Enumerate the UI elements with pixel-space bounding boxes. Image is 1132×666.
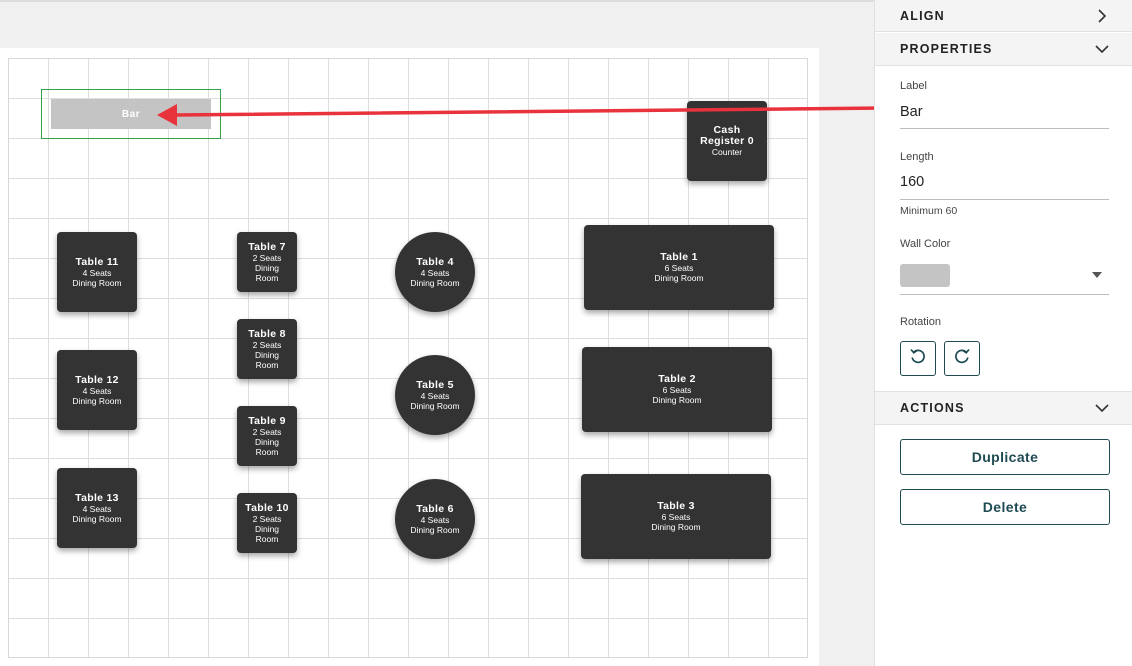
table-name: Table 1: [660, 251, 698, 263]
rotate-right-icon: [952, 346, 972, 371]
table-room-line2: Room: [255, 359, 279, 370]
align-section-header[interactable]: ALIGN: [875, 0, 1132, 32]
table-seats: 4 Seats: [82, 385, 112, 396]
table-9[interactable]: Table 9 2 Seats Dining Room: [237, 406, 297, 466]
table-name: Table 5: [416, 378, 454, 391]
wall-color-underline: [900, 294, 1109, 295]
properties-title: PROPERTIES: [900, 42, 993, 56]
table-seats: 4 Seats: [420, 514, 450, 525]
wall-color-label: Wall Color: [900, 238, 951, 250]
properties-panel: ALIGN PROPERTIES Label Bar Length 160 Mi…: [874, 0, 1132, 666]
rotate-left-button[interactable]: [900, 341, 936, 376]
chevron-down-icon: [1095, 42, 1109, 56]
table-6[interactable]: Table 6 4 Seats Dining Room: [395, 479, 475, 559]
table-name: Table 3: [657, 500, 695, 512]
table-room: Dining Room: [72, 395, 122, 406]
table-10[interactable]: Table 10 2 Seats Dining Room: [237, 493, 297, 553]
label-input[interactable]: Bar: [900, 104, 923, 120]
table-room-line2: Room: [255, 272, 279, 283]
table-11[interactable]: Table 11 4 Seats Dining Room: [57, 232, 137, 312]
table-room: Dining Room: [651, 522, 701, 532]
table-4[interactable]: Table 4 4 Seats Dining Room: [395, 232, 475, 312]
table-seats: 4 Seats: [420, 390, 450, 401]
wall-color-swatch[interactable]: [900, 264, 950, 287]
table-name: Table 7: [248, 240, 286, 253]
chevron-right-icon: [1095, 8, 1109, 23]
table-room: Dining Room: [72, 277, 122, 288]
cash-register-name-line2: Register 0: [700, 135, 754, 147]
table-seats: 6 Seats: [661, 512, 691, 522]
table-seats: 2 Seats: [252, 252, 282, 263]
table-name: Table 12: [75, 373, 119, 386]
table-room: Dining Room: [652, 395, 702, 405]
length-input[interactable]: 160: [900, 174, 924, 190]
table-3[interactable]: Table 3 6 Seats Dining Room: [581, 474, 771, 559]
table-name: Table 8: [248, 327, 286, 340]
rotate-left-icon: [908, 346, 928, 371]
delete-button[interactable]: Delete: [900, 489, 1110, 525]
table-seats: 6 Seats: [662, 385, 692, 395]
selection-outline: [41, 89, 221, 139]
table-13[interactable]: Table 13 4 Seats Dining Room: [57, 468, 137, 548]
top-bar: [0, 0, 874, 2]
chevron-down-icon: [1095, 401, 1109, 415]
table-seats: 2 Seats: [252, 513, 282, 524]
table-name: Table 10: [245, 501, 289, 514]
table-room-line2: Room: [255, 533, 279, 544]
table-room-line1: Dining: [254, 262, 280, 273]
table-room-line2: Room: [255, 446, 279, 457]
label-input-underline: [900, 128, 1109, 129]
table-room: Dining Room: [410, 524, 460, 535]
table-name: Table 2: [658, 373, 696, 385]
rotate-right-button[interactable]: [944, 341, 980, 376]
duplicate-button[interactable]: Duplicate: [900, 439, 1110, 475]
actions-title: ACTIONS: [900, 401, 965, 415]
table-seats: 4 Seats: [82, 503, 112, 514]
table-8[interactable]: Table 8 2 Seats Dining Room: [237, 319, 297, 379]
table-seats: 2 Seats: [252, 426, 282, 437]
table-1[interactable]: Table 1 6 Seats Dining Room: [584, 225, 774, 310]
table-name: Table 13: [75, 491, 119, 504]
table-room: Dining Room: [72, 513, 122, 524]
table-name: Table 9: [248, 414, 286, 427]
table-room-line1: Dining: [254, 436, 280, 447]
table-room-line1: Dining: [254, 523, 280, 534]
table-room: Dining Room: [654, 273, 704, 283]
cash-register[interactable]: Cash Register 0 Counter: [687, 101, 767, 181]
rotation-label: Rotation: [900, 316, 941, 328]
table-room: Dining Room: [410, 400, 460, 411]
dropdown-arrow-icon[interactable]: [1092, 272, 1102, 278]
table-seats: 4 Seats: [82, 267, 112, 278]
table-name: Table 11: [75, 255, 119, 268]
table-12[interactable]: Table 12 4 Seats Dining Room: [57, 350, 137, 430]
length-field-label: Length: [900, 151, 934, 163]
table-seats: 2 Seats: [252, 339, 282, 350]
table-seats: 4 Seats: [420, 267, 450, 278]
actions-section-header[interactable]: ACTIONS: [875, 391, 1132, 425]
table-7[interactable]: Table 7 2 Seats Dining Room: [237, 232, 297, 292]
table-seats: 6 Seats: [664, 263, 694, 273]
cash-register-type: Counter: [711, 147, 743, 157]
label-field-label: Label: [900, 80, 927, 92]
table-name: Table 6: [416, 502, 454, 515]
table-name: Table 4: [416, 255, 454, 268]
table-2[interactable]: Table 2 6 Seats Dining Room: [582, 347, 772, 432]
length-input-underline: [900, 199, 1109, 200]
length-hint: Minimum 60: [900, 205, 958, 217]
table-room-line1: Dining: [254, 349, 280, 360]
table-room: Dining Room: [410, 277, 460, 288]
align-title: ALIGN: [900, 8, 945, 23]
table-5[interactable]: Table 5 4 Seats Dining Room: [395, 355, 475, 435]
properties-section-header[interactable]: PROPERTIES: [875, 33, 1132, 66]
